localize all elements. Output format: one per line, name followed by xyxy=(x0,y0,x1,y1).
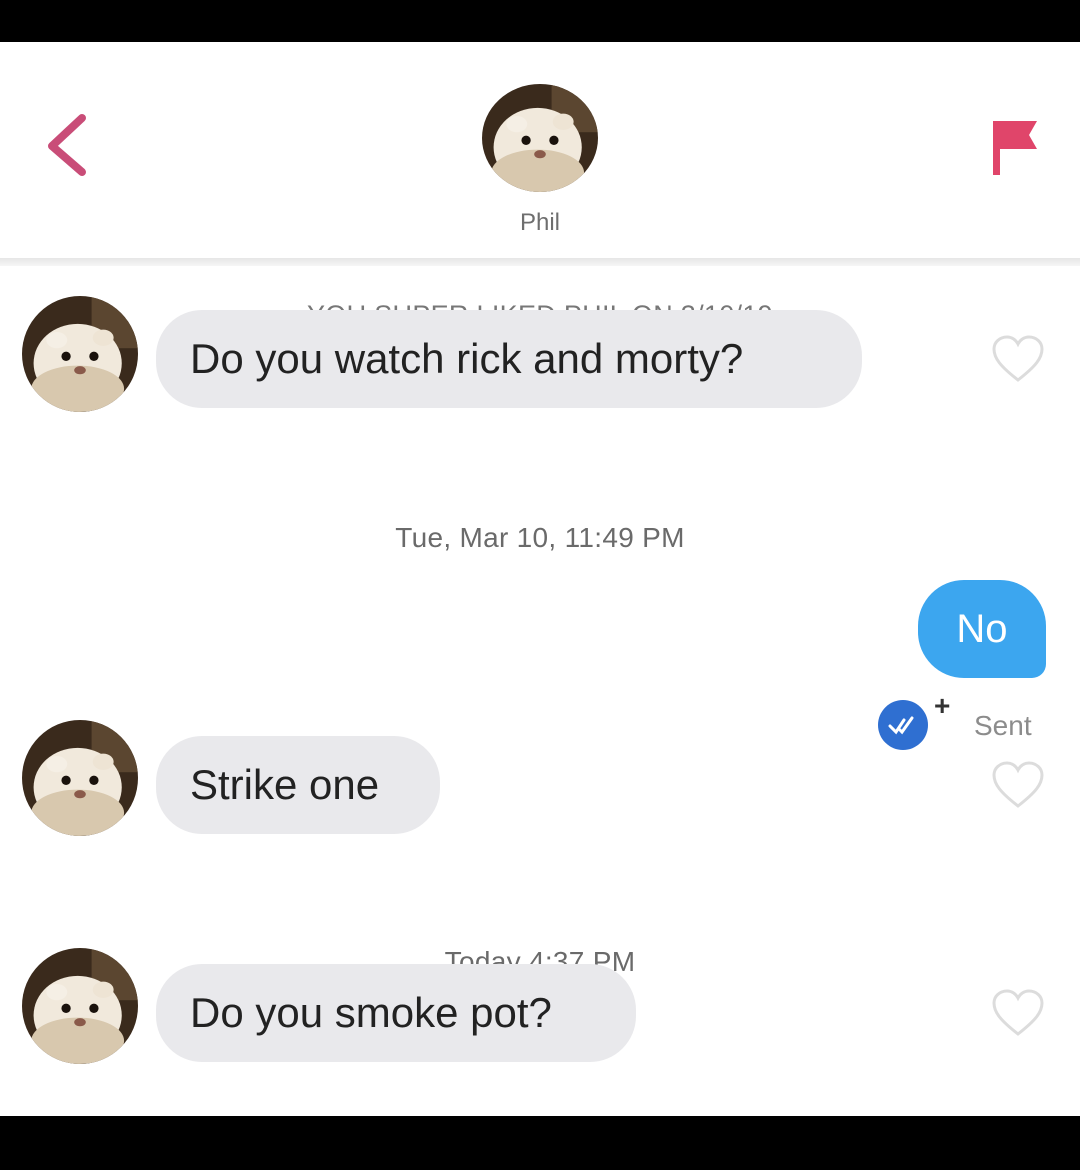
incoming-message-bubble[interactable]: Do you watch rick and morty? xyxy=(156,310,862,408)
flag-icon xyxy=(993,121,1037,175)
bottom-bar xyxy=(0,1116,1080,1170)
avatar[interactable] xyxy=(22,296,138,412)
avatar[interactable] xyxy=(22,948,138,1064)
read-receipt-check-icon xyxy=(878,700,928,750)
like-heart-icon[interactable] xyxy=(990,760,1046,810)
avatar[interactable] xyxy=(22,720,138,836)
chat-screen: Phil YOU SUPER LIKED PHIL ON 3/10/19 Do … xyxy=(0,42,1080,1116)
message-status: + Sent xyxy=(876,690,1056,756)
like-heart-icon[interactable] xyxy=(990,988,1046,1038)
header-avatar[interactable] xyxy=(482,84,598,192)
report-flag-button[interactable] xyxy=(985,117,1045,177)
sent-status-label: Sent xyxy=(974,710,1032,741)
like-heart-icon[interactable] xyxy=(990,334,1046,384)
incoming-message-bubble[interactable]: Strike one xyxy=(156,736,440,834)
plus-icon: + xyxy=(934,690,951,721)
outgoing-message-bubble[interactable]: No xyxy=(918,580,1046,678)
header-divider xyxy=(0,258,1080,266)
contact-name[interactable]: Phil xyxy=(440,209,640,237)
chevron-left-icon xyxy=(48,114,86,176)
back-button[interactable] xyxy=(38,110,98,180)
incoming-message-bubble[interactable]: Do you smoke pot? xyxy=(156,964,636,1062)
timestamp: Tue, Mar 10, 11:49 PM xyxy=(395,522,685,553)
